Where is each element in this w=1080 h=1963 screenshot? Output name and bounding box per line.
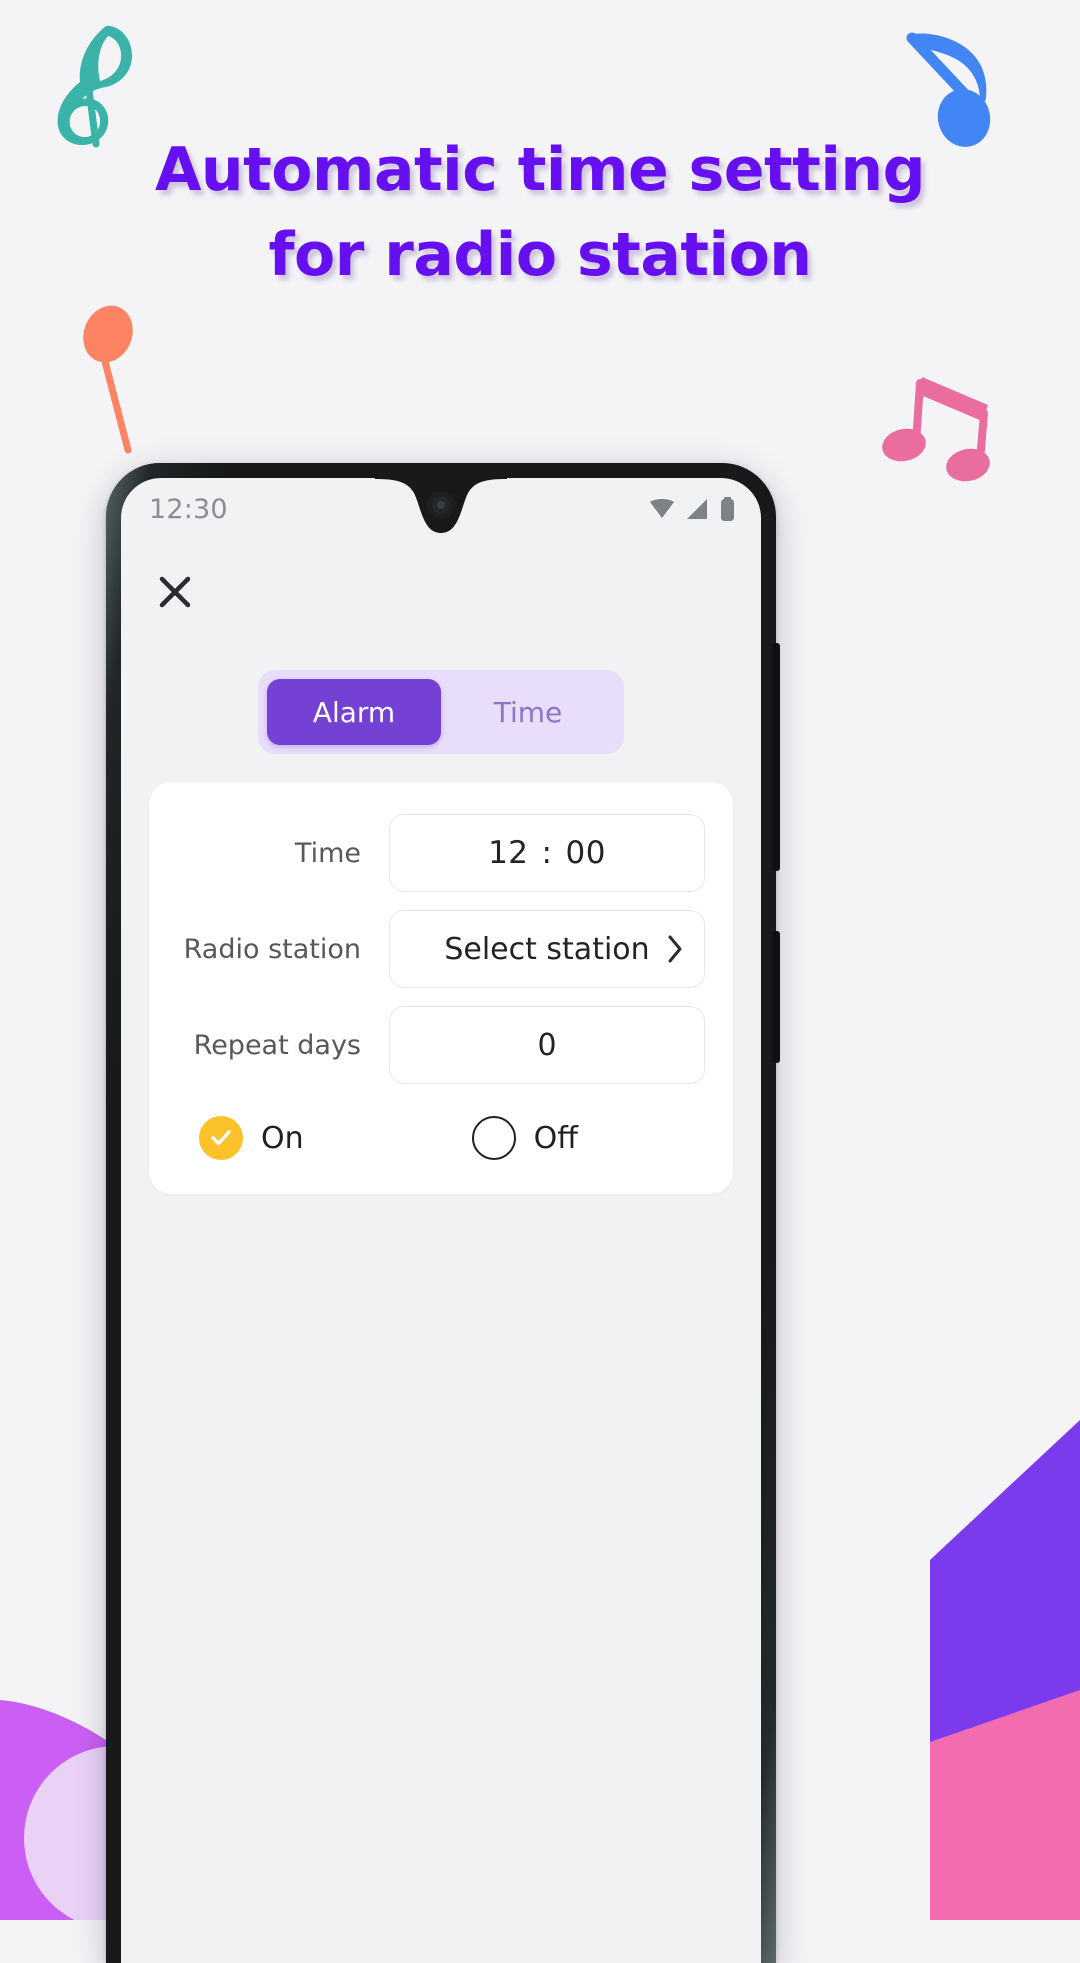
- radio-station-value: Select station: [444, 931, 650, 967]
- form-row-repeat-days: Repeat days 0: [177, 1006, 705, 1084]
- time-input[interactable]: 12 : 00: [389, 814, 705, 892]
- phone-mockup: 12:30 Alarm Time Time 12: 00 Radio stat…: [106, 463, 780, 1963]
- alarm-enable-toggle-group: On Off: [177, 1116, 705, 1160]
- mode-segmented-control[interactable]: Alarm Time: [258, 670, 624, 754]
- radio-station-select[interactable]: Select station: [389, 910, 705, 988]
- wifi-icon: [650, 499, 674, 518]
- repeat-days-label: Repeat days: [193, 1029, 361, 1061]
- empty-circle-icon: [471, 1116, 516, 1160]
- phone-screen: 12:30 Alarm Time Time 12: 00 Radio stat…: [121, 478, 761, 1963]
- volume-button[interactable]: [772, 643, 780, 871]
- radio-option-on[interactable]: On: [199, 1116, 304, 1160]
- repeat-days-input[interactable]: 0: [389, 1006, 705, 1084]
- close-icon: [159, 576, 191, 608]
- beamed-notes-icon: [882, 377, 990, 482]
- time-label: Time: [294, 837, 361, 869]
- power-button[interactable]: [772, 931, 780, 1063]
- time-minutes: 00: [565, 835, 606, 871]
- status-bar-icons: [648, 497, 735, 521]
- time-hours: 12: [488, 835, 529, 871]
- close-button[interactable]: [149, 566, 201, 618]
- alarm-form-card: Time 12 : 00 Radio station Select statio…: [149, 782, 733, 1194]
- status-bar-clock: 12:30: [149, 493, 228, 525]
- battery-icon: [721, 497, 734, 521]
- blob-purple: [930, 1420, 1080, 1920]
- promo-headline: Automatic time setting for radio station: [0, 128, 1080, 298]
- form-row-radio-station: Radio station Select station: [177, 910, 705, 988]
- radio-station-label: Radio station: [183, 933, 361, 965]
- cellular-signal-icon: [687, 499, 707, 519]
- chevron-right-icon: [667, 934, 684, 964]
- headline-line-2: for radio station: [268, 220, 812, 291]
- time-separator: :: [541, 835, 553, 871]
- check-circle-icon: [199, 1116, 243, 1160]
- form-row-time: Time 12 : 00: [177, 814, 705, 892]
- radio-option-off[interactable]: Off: [471, 1116, 578, 1160]
- camera-notch: [375, 478, 507, 533]
- repeat-days-value: 0: [537, 1027, 557, 1063]
- quarter-note-icon: [83, 305, 133, 454]
- headline-line-1: Automatic time setting: [154, 135, 926, 205]
- tab-time[interactable]: Time: [441, 679, 615, 745]
- tab-alarm[interactable]: Alarm: [267, 679, 441, 745]
- app-content: Alarm Time Time 12 : 00 Radio station Se…: [121, 566, 761, 1194]
- radio-on-label: On: [261, 1120, 304, 1156]
- blob-pink: [930, 1690, 1080, 1920]
- radio-off-label: Off: [533, 1120, 578, 1156]
